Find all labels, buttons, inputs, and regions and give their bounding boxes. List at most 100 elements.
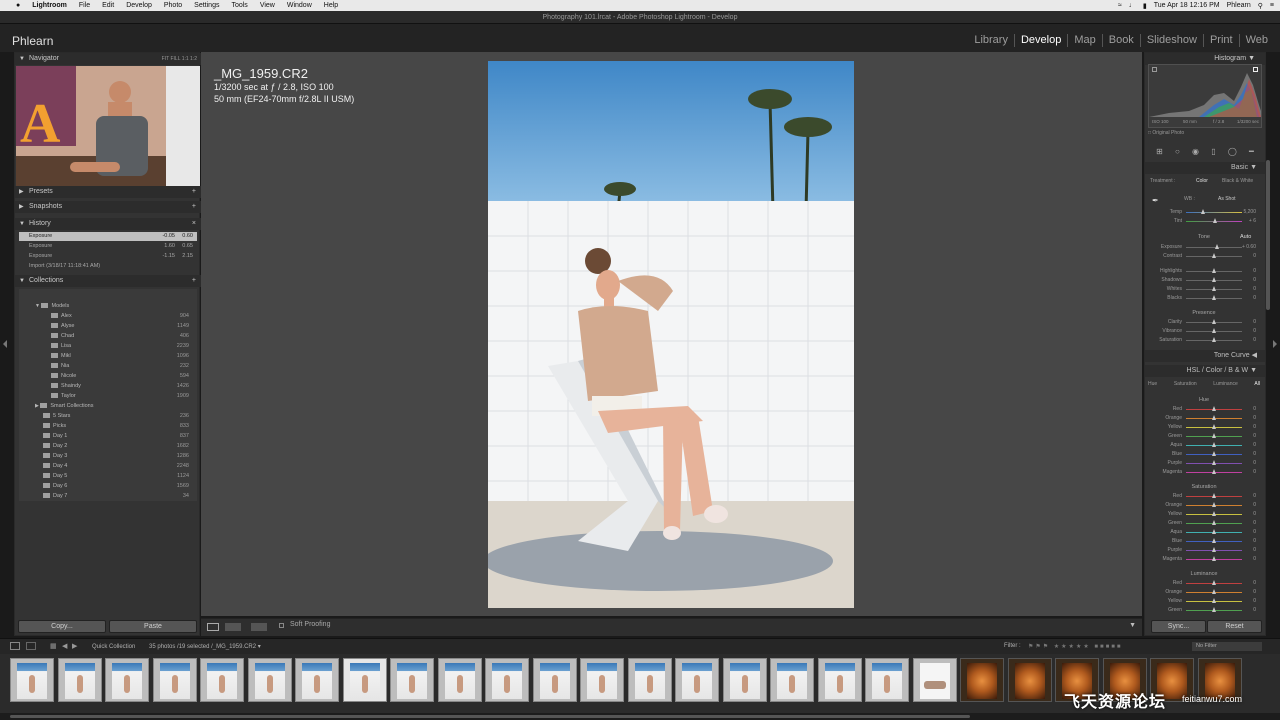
menu-app[interactable]: Lightroom	[26, 2, 73, 9]
collection-item[interactable]: Day 5 1124	[43, 471, 197, 481]
right-panel-scrollbar[interactable]	[1266, 160, 1270, 310]
slider-track[interactable]	[1186, 212, 1242, 213]
slider-value[interactable]: 0	[1253, 252, 1256, 260]
filmstrip-count[interactable]: 35 photos /19 selected /_MG_1959.CR2 ▾	[149, 644, 261, 650]
hsl-slider-row[interactable]: Aqua 0	[1150, 528, 1258, 536]
slider-row[interactable]: Vibrance 0	[1150, 327, 1258, 335]
filmstrip-thumbnail[interactable]	[912, 658, 957, 702]
collection-item[interactable]: Alex 904	[51, 311, 197, 321]
slider-value[interactable]: 0	[1253, 492, 1256, 500]
slider-value[interactable]: 0	[1253, 336, 1256, 344]
slider-value[interactable]: 0	[1253, 546, 1256, 554]
collections-header[interactable]: ▼ Collections +	[15, 275, 201, 287]
slider-value[interactable]: 0	[1253, 405, 1256, 413]
hsl-slider-row[interactable]: Green 0	[1150, 432, 1258, 440]
hsl-header[interactable]: HSL / Color / B & W ▼	[1145, 365, 1265, 377]
slider-thumb[interactable]	[1211, 295, 1216, 300]
auto-tone-button[interactable]: Auto	[1240, 234, 1251, 240]
slider-row[interactable]: Whites 0	[1150, 285, 1258, 293]
slider-value[interactable]: 0	[1253, 441, 1256, 449]
collection-item[interactable]: Mikl 1096	[51, 351, 197, 361]
slider-value[interactable]: 0	[1253, 555, 1256, 563]
slider-value[interactable]: 0	[1253, 597, 1256, 605]
slider-thumb[interactable]	[1211, 598, 1216, 603]
filmstrip-thumbnail[interactable]	[1007, 658, 1052, 702]
slider-row[interactable]: Clarity 0	[1150, 318, 1258, 326]
hsl-slider-row[interactable]: Orange 0	[1150, 501, 1258, 509]
filmstrip-thumbnail[interactable]	[580, 658, 624, 702]
slider-value[interactable]: 0	[1253, 294, 1256, 302]
slider-thumb[interactable]	[1211, 511, 1216, 516]
slider-thumb[interactable]	[1211, 556, 1216, 561]
slider-thumb[interactable]	[1211, 253, 1216, 258]
menu-clock[interactable]: Tue Apr 18 12:16 PM	[1154, 2, 1220, 9]
collection-item[interactable]: Day 2 1682	[43, 441, 197, 451]
hsl-slider-row[interactable]: Green 0	[1150, 519, 1258, 527]
filmstrip-thumbnail[interactable]	[485, 658, 529, 702]
collection-item[interactable]: Taylor 1909	[51, 391, 197, 401]
secondary-display-icon[interactable]	[26, 642, 36, 650]
slider-row[interactable]: Tint + 6	[1150, 217, 1258, 225]
module-web[interactable]: Web	[1240, 34, 1274, 47]
slider-thumb[interactable]	[1211, 451, 1216, 456]
snapshots-header[interactable]: ▶ Snapshots +	[15, 201, 201, 213]
collection-item[interactable]: Chad 406	[51, 331, 197, 341]
slider-row[interactable]: Shadows 0	[1150, 276, 1258, 284]
filmstrip-thumbnail[interactable]	[105, 658, 149, 702]
navigator-preview[interactable]: A	[16, 66, 200, 188]
slider-value[interactable]: 0	[1253, 423, 1256, 431]
slider-value[interactable]: 0	[1253, 579, 1256, 587]
filmstrip-thumbnail[interactable]	[770, 658, 814, 702]
slider-thumb[interactable]	[1212, 218, 1217, 223]
soft-proofing-checkbox[interactable]	[279, 623, 284, 628]
slider-row[interactable]: Contrast 0	[1150, 252, 1258, 260]
slider-thumb[interactable]	[1211, 337, 1216, 342]
slider-thumb[interactable]	[1211, 580, 1216, 585]
history-row[interactable]: Exposure -0.05 0.60	[19, 232, 197, 241]
collection-item[interactable]: Picks 833	[43, 421, 197, 431]
filter-select[interactable]: No Filter	[1192, 642, 1262, 651]
slider-value[interactable]: 0	[1253, 459, 1256, 467]
red-eye-icon[interactable]: ◉	[1192, 147, 1199, 156]
paste-button[interactable]: Paste	[109, 620, 197, 633]
slider-value[interactable]: 0	[1253, 519, 1256, 527]
hsl-slider-row[interactable]: Orange 0	[1150, 588, 1258, 596]
zoom-1-2[interactable]: 1:2	[190, 56, 197, 62]
filmstrip-thumbnail[interactable]	[817, 658, 862, 702]
hsl-slider-row[interactable]: Aqua 0	[1150, 441, 1258, 449]
before-after-split-icon[interactable]	[251, 623, 267, 631]
zoom-1-1[interactable]: 1:1	[182, 56, 189, 62]
collection-item[interactable]: 5 Stars 236	[43, 411, 197, 421]
copy-button[interactable]: Copy...	[18, 620, 106, 633]
collection-item[interactable]: Nicole 594	[51, 371, 197, 381]
volume-icon[interactable]: ♩	[1129, 2, 1136, 9]
slider-thumb[interactable]	[1214, 244, 1219, 249]
hsl-slider-row[interactable]: Purple 0	[1150, 546, 1258, 554]
treatment-color[interactable]: Color	[1196, 178, 1208, 184]
menu-tools[interactable]: Tools	[225, 2, 253, 9]
filmstrip-thumbnail[interactable]	[57, 658, 102, 702]
slider-row[interactable]: Highlights 0	[1150, 267, 1258, 275]
filmstrip-thumbnail[interactable]	[722, 658, 767, 702]
collection-item[interactable]: Lisa 2239	[51, 341, 197, 351]
slider-value[interactable]: 0	[1253, 537, 1256, 545]
menu-settings[interactable]: Settings	[188, 2, 225, 9]
slider-value[interactable]: 0	[1253, 285, 1256, 293]
wb-value[interactable]: As Shot	[1218, 196, 1236, 202]
filmstrip-thumbnail[interactable]	[675, 658, 719, 702]
collection-item[interactable]: Day 6 1569	[43, 481, 197, 491]
wifi-icon[interactable]: ≈	[1118, 2, 1122, 9]
slider-thumb[interactable]	[1211, 547, 1216, 552]
slider-value[interactable]: 0	[1253, 414, 1256, 422]
add-snapshot-icon[interactable]: +	[192, 201, 196, 213]
slider-thumb[interactable]	[1211, 607, 1216, 612]
slider-thumb[interactable]	[1211, 286, 1216, 291]
apple-icon[interactable]: ●	[10, 2, 26, 9]
slider-row[interactable]: Temp 5,200	[1150, 208, 1258, 216]
forward-arrow-icon[interactable]: ▶	[72, 642, 77, 650]
clear-history-icon[interactable]: ×	[192, 218, 196, 230]
filmstrip-thumbnail[interactable]	[960, 658, 1004, 702]
hsl-tab-hue[interactable]: Hue	[1148, 381, 1157, 390]
grid-icon[interactable]: ▦	[50, 642, 57, 650]
slider-value[interactable]: 5,200	[1243, 208, 1256, 216]
